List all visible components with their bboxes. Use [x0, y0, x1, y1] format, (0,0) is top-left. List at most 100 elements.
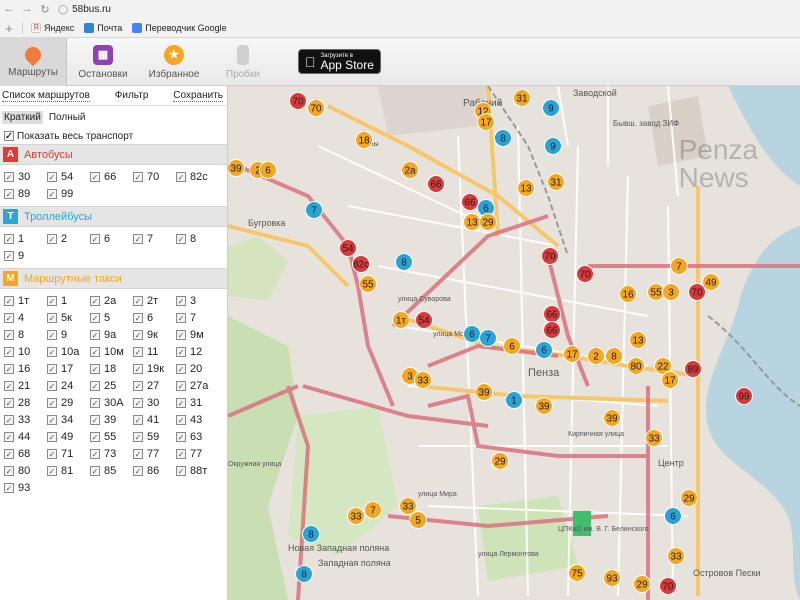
route-item[interactable]: ✓ 82с [176, 169, 219, 185]
route-checkbox[interactable]: ✓ [4, 189, 14, 199]
vehicle-marker[interactable]: 70 [289, 92, 307, 110]
route-item[interactable]: ✓ 25 [90, 378, 133, 394]
route-item[interactable]: ✓ 6 [133, 310, 176, 326]
route-item[interactable]: ✓ 6 [90, 231, 133, 247]
vehicle-marker[interactable]: 70 [576, 265, 594, 283]
route-checkbox[interactable]: ✓ [4, 251, 14, 261]
city-map[interactable]: РабочийБугровкаПензаЗаводскойБывш. завод… [228, 86, 800, 600]
vehicle-marker[interactable]: 17 [661, 371, 679, 389]
route-checkbox[interactable]: ✓ [176, 234, 186, 244]
route-item[interactable]: ✓ 21 [4, 378, 47, 394]
route-checkbox[interactable]: ✓ [176, 330, 186, 340]
vehicle-marker[interactable]: 13 [629, 331, 647, 349]
vehicle-marker[interactable]: 18 [355, 131, 373, 149]
vehicle-marker[interactable]: 3 [662, 283, 680, 301]
route-item[interactable]: ✓ 27а [176, 378, 219, 394]
vehicle-marker[interactable]: 70 [541, 247, 559, 265]
address-bar[interactable]: ◯ 58bus.ru [58, 4, 111, 15]
route-checkbox[interactable]: ✓ [47, 466, 57, 476]
route-checkbox[interactable]: ✓ [4, 398, 14, 408]
section-header[interactable]: Т Троллейбусы [0, 206, 227, 227]
vehicle-marker[interactable]: 33 [645, 429, 663, 447]
route-checkbox[interactable]: ✓ [90, 364, 100, 374]
route-item[interactable]: ✓ 19к [133, 361, 176, 377]
route-item[interactable]: ✓ 5 [90, 310, 133, 326]
view-full[interactable]: Полный [49, 112, 86, 123]
vehicle-marker[interactable]: 8 [295, 565, 313, 583]
route-item[interactable]: ✓ 2т [133, 293, 176, 309]
route-item[interactable]: ✓ 7 [176, 310, 219, 326]
route-item[interactable]: ✓ 12 [176, 344, 219, 360]
vehicle-marker[interactable]: 54 [415, 311, 433, 329]
route-checkbox[interactable]: ✓ [176, 381, 186, 391]
vehicle-marker[interactable]: 39 [228, 159, 245, 177]
route-item[interactable]: ✓ 55 [90, 429, 133, 445]
route-checkbox[interactable]: ✓ [4, 466, 14, 476]
route-checkbox[interactable]: ✓ [90, 432, 100, 442]
route-checkbox[interactable]: ✓ [4, 172, 14, 182]
route-item[interactable]: ✓ 73 [90, 446, 133, 462]
route-item[interactable]: ✓ 27 [133, 378, 176, 394]
vehicle-marker[interactable]: 13 [517, 179, 535, 197]
tab-traffic[interactable]: Пробки [216, 38, 270, 86]
route-checkbox[interactable]: ✓ [133, 172, 143, 182]
route-item[interactable]: ✓ 5к [47, 310, 90, 326]
vehicle-marker[interactable]: 1т [392, 311, 410, 329]
route-checkbox[interactable]: ✓ [47, 172, 57, 182]
route-checkbox[interactable]: ✓ [133, 234, 143, 244]
route-checkbox[interactable]: ✓ [47, 432, 57, 442]
route-checkbox[interactable]: ✓ [4, 234, 14, 244]
route-checkbox[interactable]: ✓ [176, 172, 186, 182]
vehicle-marker[interactable]: 7 [479, 329, 497, 347]
route-checkbox[interactable]: ✓ [133, 364, 143, 374]
vehicle-marker[interactable]: 66 [543, 321, 561, 339]
route-item[interactable]: ✓ 70 [133, 169, 176, 185]
route-item[interactable]: ✓ 10а [47, 344, 90, 360]
route-checkbox[interactable]: ✓ [4, 483, 14, 493]
vehicle-marker[interactable]: 75 [568, 564, 586, 582]
route-item[interactable]: ✓ 16 [4, 361, 47, 377]
route-item[interactable]: ✓ 93 [4, 480, 47, 496]
vehicle-marker[interactable]: 70 [659, 577, 677, 595]
route-item[interactable]: ✓ 33 [4, 412, 47, 428]
route-checkbox[interactable]: ✓ [4, 364, 14, 374]
route-checkbox[interactable]: ✓ [176, 347, 186, 357]
route-item[interactable]: ✓ 81 [47, 463, 90, 479]
route-item[interactable]: ✓ 11 [133, 344, 176, 360]
vehicle-marker[interactable]: 33 [347, 507, 365, 525]
route-item[interactable]: ✓ 80 [4, 463, 47, 479]
route-checkbox[interactable]: ✓ [133, 398, 143, 408]
route-item[interactable]: ✓ 77 [176, 446, 219, 462]
route-item[interactable]: ✓ 41 [133, 412, 176, 428]
vehicle-marker[interactable]: 6 [503, 337, 521, 355]
route-item[interactable]: ✓ 3 [176, 293, 219, 309]
route-item[interactable]: ✓ 2а [90, 293, 133, 309]
route-item[interactable]: ✓ 8 [176, 231, 219, 247]
route-item[interactable]: ✓ 99 [47, 186, 90, 202]
route-item[interactable]: ✓ 39 [90, 412, 133, 428]
route-checkbox[interactable]: ✓ [90, 172, 100, 182]
vehicle-marker[interactable]: 31 [513, 89, 531, 107]
vehicle-marker[interactable]: 7 [670, 257, 688, 275]
route-checkbox[interactable]: ✓ [133, 381, 143, 391]
route-checkbox[interactable]: ✓ [90, 381, 100, 391]
route-item[interactable]: ✓ 1 [4, 231, 47, 247]
view-short[interactable]: Краткий [2, 110, 43, 124]
route-item[interactable]: ✓ 9м [176, 327, 219, 343]
route-checkbox[interactable]: ✓ [4, 449, 14, 459]
vehicle-marker[interactable]: 55 [359, 275, 377, 293]
vehicle-marker[interactable]: 6 [535, 341, 553, 359]
route-checkbox[interactable]: ✓ [90, 313, 100, 323]
save-link[interactable]: Сохранить [173, 90, 223, 102]
vehicle-marker[interactable]: 99 [735, 387, 753, 405]
route-checkbox[interactable]: ✓ [176, 449, 186, 459]
vehicle-marker[interactable]: 54 [339, 239, 357, 257]
route-checkbox[interactable]: ✓ [90, 398, 100, 408]
route-item[interactable]: ✓ 20 [176, 361, 219, 377]
vehicle-marker[interactable]: 66 [427, 175, 445, 193]
route-item[interactable]: ✓ 49 [47, 429, 90, 445]
route-checkbox[interactable]: ✓ [90, 296, 100, 306]
vehicle-marker[interactable]: 33 [667, 547, 685, 565]
forward-icon[interactable]: → [18, 0, 36, 18]
route-checkbox[interactable]: ✓ [133, 432, 143, 442]
